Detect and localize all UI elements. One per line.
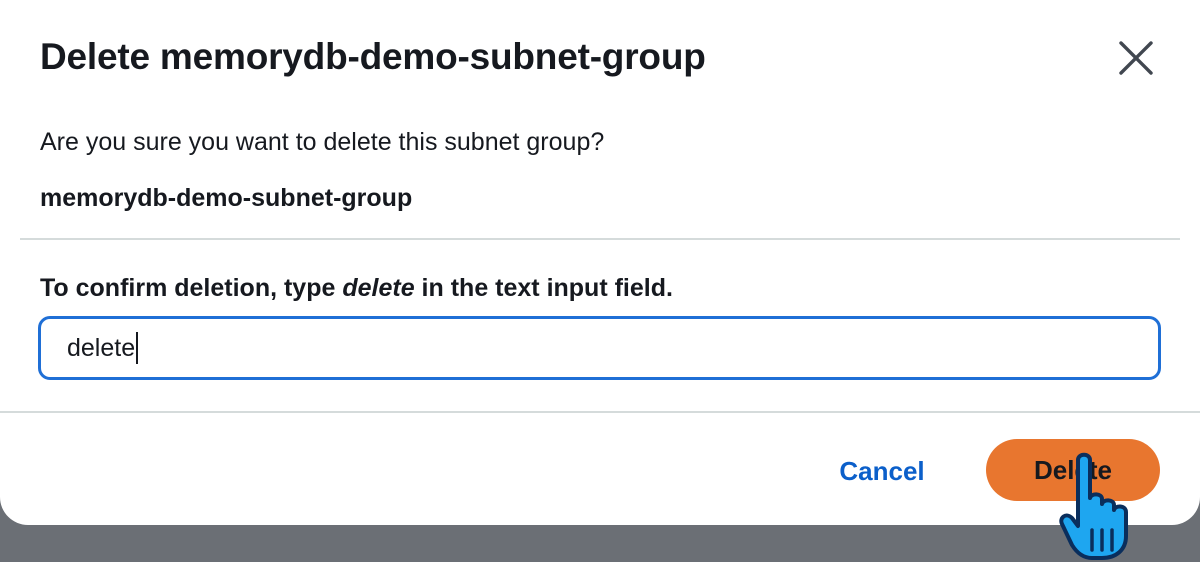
confirm-delete-input[interactable]: delete	[38, 316, 1161, 380]
delete-button[interactable]: Delete	[986, 439, 1160, 501]
text-caret	[136, 332, 139, 364]
cancel-button[interactable]: Cancel	[822, 445, 942, 497]
close-button[interactable]	[1112, 34, 1160, 82]
input-value: delete	[67, 333, 136, 362]
footer-divider	[0, 411, 1200, 413]
confirmation-question: Are you sure you want to delete this sub…	[40, 128, 605, 156]
close-icon	[1119, 41, 1153, 75]
confirm-instruction-suffix: in the text input field.	[414, 274, 673, 302]
delete-subnet-group-modal: Delete memorydb-demo-subnet-group Are yo…	[0, 0, 1200, 525]
divider	[20, 238, 1180, 240]
confirm-keyword: delete	[342, 274, 415, 302]
subnet-group-name: memorydb-demo-subnet-group	[40, 184, 413, 212]
confirm-instruction: To confirm deletion, type delete in the …	[40, 274, 673, 303]
modal-title: Delete memorydb-demo-subnet-group	[40, 36, 706, 77]
confirm-instruction-prefix: To confirm deletion, type	[40, 274, 343, 302]
